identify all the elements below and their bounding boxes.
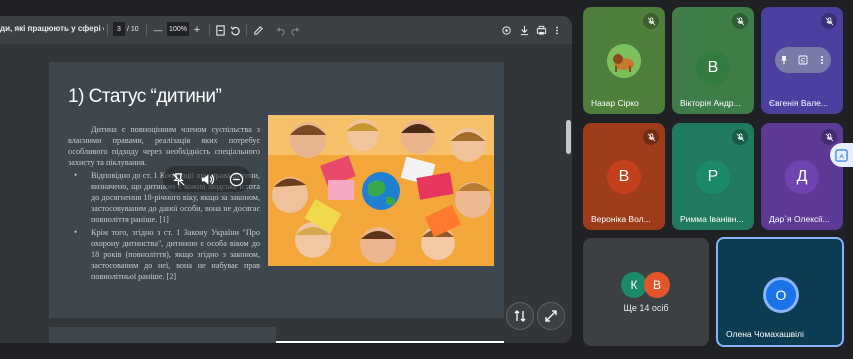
toolbar-divider [146,24,147,36]
mic-off-icon [821,13,837,29]
scrollbar-thumb[interactable] [566,120,571,154]
fit-page-icon[interactable] [214,23,226,37]
fullscreen-button[interactable] [537,302,565,330]
bullet-item: Крім того, згідно з ст. 1 Закону України… [68,227,260,282]
avatar: Р [696,160,730,194]
participant-tile[interactable]: Є Євгенія Вале... [761,7,843,114]
participant-name: Дар`я Олексії... [769,214,830,224]
annotate-icon[interactable] [252,23,264,37]
participant-name: Вероніка Вол... [591,214,651,224]
more-options-icon[interactable] [552,23,562,37]
toolbar-divider [246,24,247,36]
participant-tile[interactable]: В Вероніка Вол... [583,123,665,230]
mic-off-icon [821,129,837,145]
participant-name: Євгенія Вале... [769,98,828,108]
avatar: Д [785,160,819,194]
participant-name: Вікторія Андр... [680,98,741,108]
more-options-icon[interactable] [817,55,827,65]
more-participants-label: Ще 14 осіб [623,303,669,313]
avatar-initial: О [766,280,796,310]
svg-text:A: A [839,153,844,160]
avatar: В [644,272,670,298]
avatar: О [763,277,799,313]
next-slide-content [276,341,504,343]
pin-layout-button[interactable] [506,302,534,330]
minimize-icon[interactable] [227,170,245,188]
translate-icon: A [835,148,848,162]
toolbar-divider [209,24,210,36]
presentation-controls [163,166,251,192]
translate-icon[interactable]: Є [798,55,808,65]
mic-off-icon [732,129,748,145]
participant-tile[interactable]: Д Дар`я Олексії... [761,123,843,230]
participant-tile[interactable]: Назар Сірко [583,7,665,114]
print-icon[interactable] [535,23,547,37]
children-photo [268,115,494,266]
toolbar-divider [107,24,108,36]
mic-off-icon [643,13,659,29]
avatar: В [696,51,730,85]
slide-title: 1) Статус “дитини” [68,86,222,107]
pin-icon[interactable] [779,55,789,65]
mic-off-icon [732,13,748,29]
ai-assist-icon[interactable] [500,23,512,37]
swap-icon [514,310,526,322]
participant-tile[interactable]: Р Римма Іванівн... [672,123,754,230]
pdf-toolbar: ди, які працюють у сфері охор... 3 / 10 … [0,16,572,44]
more-participants-tile[interactable]: К В Ще 14 осіб [583,238,709,346]
page-number-input[interactable]: 3 [113,22,125,36]
undo-icon[interactable] [274,23,286,37]
slide-intro-text: Дитина є повноцінним членом суспільства … [68,125,260,167]
participant-tile[interactable]: В Вікторія Андр... [672,7,754,114]
pdf-viewer: ди, які працюють у сфері охор... 3 / 10 … [0,16,572,343]
mic-off-icon [643,129,659,145]
participant-name: Назар Сірко [591,98,639,108]
page-total: / 10 [127,26,139,33]
participant-name: Олена Чомахашвілі [726,329,804,339]
avatar: В [607,160,641,194]
zoom-in-button[interactable]: + [192,23,202,37]
tile-hover-controls: Є [775,47,831,73]
participant-name: Римма Іванівн... [680,214,744,224]
zoom-input[interactable]: 100% [167,22,189,36]
slide-page: 1) Статус “дитини” Дитина є повноцінним … [49,62,504,318]
next-slide-page [49,327,276,343]
pdf-page-area[interactable]: 1) Статус “дитини” Дитина є повноцінним … [0,44,572,343]
captions-button[interactable]: A [830,143,853,167]
download-icon[interactable] [518,23,530,37]
self-view-tile[interactable]: О Олена Чомахашвілі [716,237,844,347]
rotate-icon[interactable] [229,23,241,37]
avatar [607,44,641,78]
pin-off-icon[interactable] [169,170,187,188]
document-title: ди, які працюють у сфері охор... [0,24,104,33]
expand-icon [545,310,557,322]
volume-icon[interactable] [198,170,216,188]
children-with-globe-image [268,115,494,266]
lion-avatar-icon [607,44,641,78]
redo-icon[interactable] [289,23,301,37]
zoom-out-button[interactable]: — [153,23,163,37]
scrollbar[interactable] [565,44,572,343]
svg-text:Є: Є [801,59,806,65]
